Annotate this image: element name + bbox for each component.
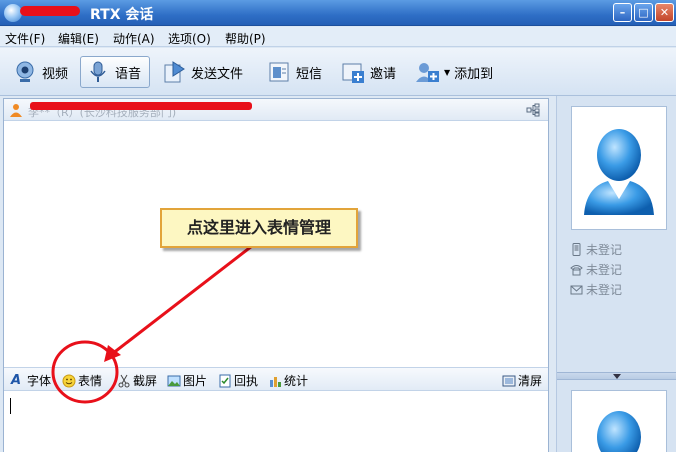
scissors-icon bbox=[118, 374, 130, 387]
panel-splitter[interactable] bbox=[557, 372, 676, 380]
window-title: RTX 会话 bbox=[90, 7, 154, 23]
receipt-button[interactable]: 回执 bbox=[218, 372, 258, 389]
receipt-icon bbox=[219, 374, 231, 387]
contact-header: 李**（R）(长沙科技服务部门) bbox=[4, 99, 548, 121]
redaction-mark bbox=[30, 102, 252, 110]
self-avatar bbox=[571, 390, 667, 452]
emoji-label: 表情 bbox=[78, 374, 103, 388]
screenshot-label: 截屏 bbox=[133, 374, 158, 388]
text-caret bbox=[10, 398, 11, 414]
invite-icon bbox=[342, 63, 364, 83]
stats-icon bbox=[270, 376, 281, 387]
message-input[interactable] bbox=[4, 392, 548, 452]
picture-icon bbox=[167, 375, 181, 386]
screenshot-button[interactable]: 截屏 bbox=[117, 372, 157, 389]
image-button[interactable]: 图片 bbox=[167, 372, 207, 389]
webcam-icon bbox=[16, 61, 34, 82]
clear-screen-label: 清屏 bbox=[518, 374, 543, 388]
rtx-chat-window: RTX 会话 – □ ✕ 文件(F) 编辑(E) 动作(A) 选项(O) 帮助(… bbox=[0, 0, 676, 452]
user-icon bbox=[10, 104, 22, 117]
menu-action[interactable]: 动作(A) bbox=[113, 30, 155, 47]
rtx-app-icon bbox=[4, 4, 22, 22]
maximize-button[interactable]: □ bbox=[634, 3, 653, 22]
emoji-button[interactable]: 表情 bbox=[62, 372, 102, 389]
toolbar: 视频 语音 发送文件 短信 邀请 ▼ 添加到 bbox=[0, 48, 676, 96]
annotation-callout: 点这里进入表情管理 bbox=[160, 208, 358, 248]
video-button[interactable]: 视频 bbox=[8, 56, 72, 88]
send-file-icon bbox=[164, 61, 185, 83]
mobile-value: 未登记 bbox=[586, 243, 623, 257]
dropdown-arrow-icon: ▼ bbox=[444, 67, 451, 77]
redaction-mark bbox=[20, 6, 80, 16]
org-tree-icon[interactable] bbox=[526, 103, 540, 117]
add-to-button[interactable]: ▼ 添加到 bbox=[410, 56, 497, 88]
voice-label: 语音 bbox=[115, 66, 142, 82]
contact-avatar bbox=[571, 106, 667, 230]
invite-label: 邀请 bbox=[370, 66, 397, 82]
invite-button[interactable]: 邀请 bbox=[336, 56, 400, 88]
stats-button[interactable]: 统计 bbox=[268, 372, 308, 389]
menu-edit[interactable]: 编辑(E) bbox=[58, 30, 99, 47]
menu-options[interactable]: 选项(O) bbox=[168, 30, 211, 47]
clear-screen-button[interactable]: 清屏 bbox=[502, 372, 542, 389]
menu-bar: 文件(F) 编辑(E) 动作(A) 选项(O) 帮助(P) bbox=[0, 27, 676, 47]
add-contact-icon bbox=[416, 63, 439, 82]
telephone-icon bbox=[570, 265, 583, 276]
mobile-phone-icon bbox=[572, 243, 581, 256]
phone-info: 未登记 bbox=[570, 261, 622, 278]
title-bar[interactable]: RTX 会话 – □ ✕ bbox=[0, 0, 676, 26]
mobile-info: 未登记 bbox=[570, 241, 622, 258]
smiley-icon bbox=[62, 374, 76, 387]
menu-help[interactable]: 帮助(P) bbox=[225, 30, 266, 47]
minimize-button[interactable]: – bbox=[613, 3, 632, 22]
contact-info-panel: 未登记 未登记 未登记 bbox=[556, 96, 676, 452]
send-file-button[interactable]: 发送文件 bbox=[157, 56, 247, 88]
clear-screen-icon bbox=[502, 375, 516, 386]
envelope-icon bbox=[570, 285, 583, 295]
voice-button[interactable]: 语音 bbox=[80, 56, 150, 88]
sms-icon bbox=[269, 62, 289, 82]
font-label: 字体 bbox=[27, 374, 52, 388]
format-toolbar: A 字体 表情 截屏 图片 回执 统计 清屏 bbox=[4, 367, 548, 391]
stats-label: 统计 bbox=[284, 374, 309, 388]
email-value: 未登记 bbox=[586, 283, 623, 297]
close-button[interactable]: ✕ bbox=[655, 3, 674, 22]
collapse-arrow-icon[interactable] bbox=[613, 374, 621, 379]
add-to-label: 添加到 bbox=[454, 66, 494, 82]
image-label: 图片 bbox=[183, 374, 208, 388]
chat-panel: 李**（R）(长沙科技服务部门) A 字体 表情 截屏 图片 回执 统计 清屏 bbox=[3, 98, 549, 452]
send-file-label: 发送文件 bbox=[191, 66, 244, 82]
menu-file[interactable]: 文件(F) bbox=[5, 30, 45, 47]
sms-button[interactable]: 短信 bbox=[262, 56, 326, 88]
receipt-label: 回执 bbox=[234, 374, 259, 388]
avatar-person-icon bbox=[584, 129, 654, 215]
sms-label: 短信 bbox=[296, 66, 323, 82]
phone-value: 未登记 bbox=[586, 263, 623, 277]
microphone-icon bbox=[90, 61, 106, 82]
font-button[interactable]: A 字体 bbox=[11, 372, 51, 389]
email-info: 未登记 bbox=[570, 281, 622, 298]
video-label: 视频 bbox=[42, 66, 69, 82]
font-icon: A bbox=[11, 372, 22, 388]
avatar-person-icon bbox=[597, 411, 641, 452]
